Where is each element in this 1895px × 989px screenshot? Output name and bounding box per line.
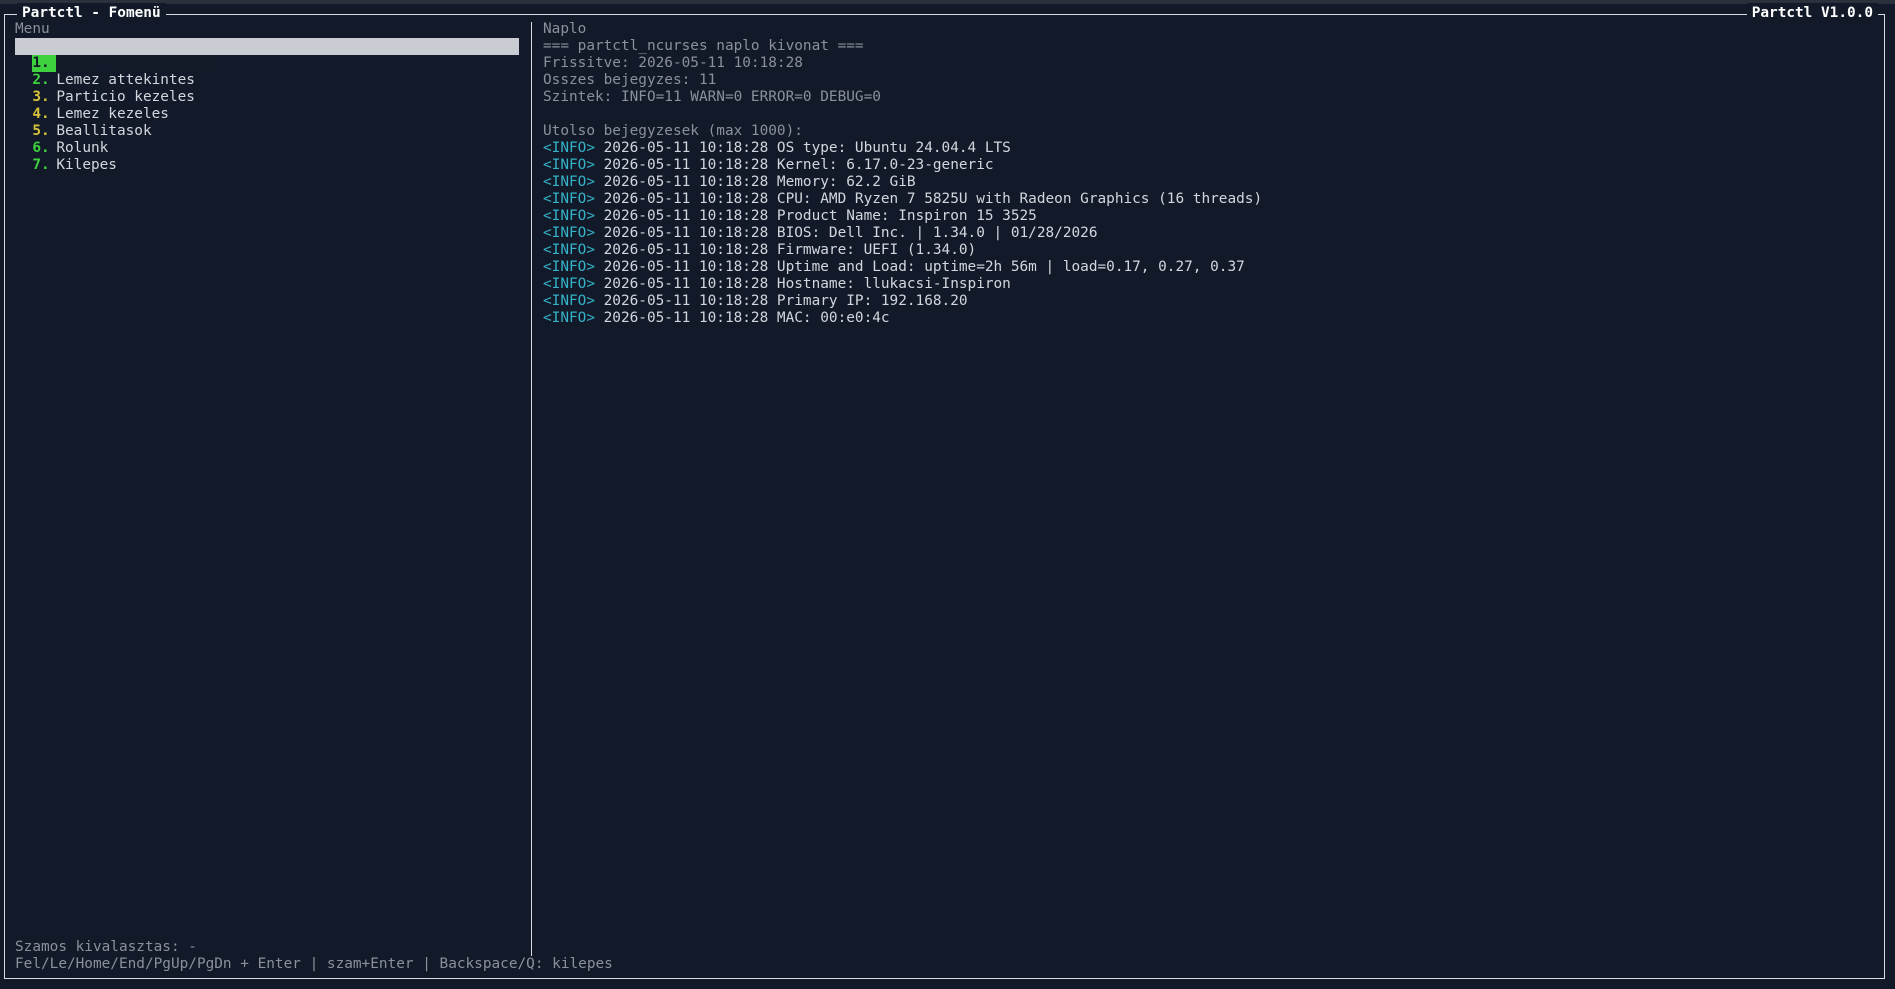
menu-item-rolunk[interactable]: 6. Rolunk [15,123,519,156]
menu-header: Menu [15,21,50,37]
terminal-top-strip [0,0,1895,4]
info-tag: <INFO> [543,225,595,241]
menu-item-lemez-attekintes[interactable]: 2. Lemez attekintes [15,55,519,88]
menu-item-label: Kilepes [56,157,117,173]
panel-divider [531,22,532,956]
menu-item-kilepes[interactable]: 7. Kilepes [15,140,519,173]
log-total: Osszes bejegyzes: 11 [543,72,717,88]
log-title: === partctl_ncurses naplo kivonat === [543,38,864,54]
info-tag: <INFO> [543,191,595,207]
log-entry-text: 2026-05-11 10:18:28 Uptime and Load: upt… [594,259,1245,275]
info-tag: <INFO> [543,276,595,292]
info-tag: <INFO> [543,174,595,190]
info-tag: <INFO> [543,140,595,156]
log-entry: <INFO> 2026-05-11 10:18:28 MAC: 00:e0:4c [543,310,890,327]
info-tag: <INFO> [543,259,595,275]
log-entry: <INFO> 2026-05-11 10:18:28 Primary IP: 1… [543,293,968,310]
log-refreshed: Frissitve: 2026-05-11 10:18:28 [543,55,803,71]
log-levels: Szintek: INFO=11 WARN=0 ERROR=0 DEBUG=0 [543,89,881,105]
log-entry-text: 2026-05-11 10:18:28 Memory: 62.2 GiB [594,174,916,190]
log-entry-text: 2026-05-11 10:18:28 Kernel: 6.17.0-23-ge… [594,157,994,173]
info-tag: <INFO> [543,310,595,326]
log-entry-text: 2026-05-11 10:18:28 Firmware: UEFI (1.34… [594,242,977,258]
info-tag: <INFO> [543,293,595,309]
menu-item-particio-kezeles[interactable]: 3. Particio kezeles [15,72,519,105]
log-entry-text: 2026-05-11 10:18:28 MAC: 00:e0:4c [594,310,890,326]
menu-item-beallitasok[interactable]: 5. Beallitasok [15,106,519,139]
log-entry: <INFO> 2026-05-11 10:18:28 BIOS: Dell In… [543,225,1098,242]
log-entry: <INFO> 2026-05-11 10:18:28 CPU: AMD Ryze… [543,191,1262,208]
log-entry: <INFO> 2026-05-11 10:18:28 Uptime and Lo… [543,259,1245,276]
log-recent-header: Utolso bejegyzesek (max 1000): [543,123,803,139]
log-entry: <INFO> 2026-05-11 10:18:28 Memory: 62.2 … [543,174,916,191]
menu-item-lemez-kezeles[interactable]: 4. Lemez kezeles [15,89,519,122]
log-entry: <INFO> 2026-05-11 10:18:28 Product Name:… [543,208,1037,225]
window-title: Partctl - Fomenü [17,3,166,23]
keyboard-help: Fel/Le/Home/End/PgUp/PgDn + Enter | szam… [15,956,613,972]
log-header: Naplo [543,21,587,37]
menu-item-lemez-kivalasztasa[interactable]: 1. Lemez kivalasztasa [15,38,519,72]
info-tag: <INFO> [543,208,595,224]
menu-item-number: 7. [32,157,50,173]
log-entry-text: 2026-05-11 10:18:28 BIOS: Dell Inc. | 1.… [594,225,1098,241]
log-entry: <INFO> 2026-05-11 10:18:28 OS type: Ubun… [543,140,1011,157]
selection-status: Szamos kivalasztas: - [15,939,197,955]
log-entry-text: 2026-05-11 10:18:28 Hostname: llukacsi-I… [594,276,1011,292]
log-entry: <INFO> 2026-05-11 10:18:28 Kernel: 6.17.… [543,157,994,174]
log-entry-text: 2026-05-11 10:18:28 Product Name: Inspir… [594,208,1037,224]
info-tag: <INFO> [543,157,595,173]
log-entry-text: 2026-05-11 10:18:28 OS type: Ubuntu 24.0… [594,140,1011,156]
log-entry-text: 2026-05-11 10:18:28 Primary IP: 192.168.… [594,293,968,309]
log-entry: <INFO> 2026-05-11 10:18:28 Firmware: UEF… [543,242,976,259]
version-label: Partctl V1.0.0 [1746,3,1878,23]
info-tag: <INFO> [543,242,595,258]
log-entry: <INFO> 2026-05-11 10:18:28 Hostname: llu… [543,276,1011,293]
log-entry-text: 2026-05-11 10:18:28 CPU: AMD Ryzen 7 582… [594,191,1263,207]
